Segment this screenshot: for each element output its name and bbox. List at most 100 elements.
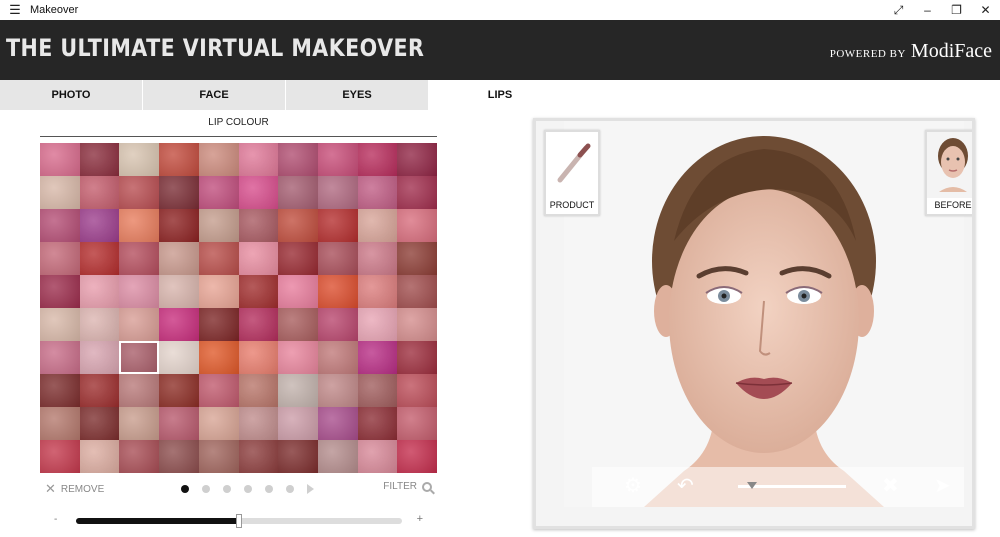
lip-colour-swatch[interactable] [79,176,120,209]
lip-colour-swatch[interactable] [357,341,398,374]
lip-colour-swatch[interactable] [119,242,160,275]
next-page-icon[interactable] [307,484,314,494]
lip-colour-swatch[interactable] [119,440,160,473]
lip-colour-swatch[interactable] [198,275,239,308]
lip-colour-swatch[interactable] [79,407,120,440]
lip-colour-swatch[interactable] [119,143,160,176]
lip-colour-swatch[interactable] [159,143,199,176]
lip-colour-swatch[interactable] [238,308,279,341]
lip-colour-swatch[interactable] [40,242,80,275]
lip-colour-swatch[interactable] [79,143,120,176]
lip-colour-swatch[interactable] [119,176,160,209]
lip-colour-swatch[interactable] [159,374,199,407]
lip-colour-swatch[interactable] [278,242,318,275]
page-dot[interactable] [265,485,273,493]
lip-colour-swatch[interactable] [397,209,437,242]
tab-lips[interactable]: LIPS [429,80,571,110]
lip-colour-swatch[interactable] [159,209,199,242]
lip-colour-swatch[interactable] [198,407,239,440]
lip-colour-swatch[interactable] [119,407,160,440]
lip-colour-swatch[interactable] [159,407,199,440]
comparison-slider[interactable] [738,482,846,489]
lip-colour-swatch[interactable] [278,143,318,176]
lip-colour-swatch[interactable] [79,242,120,275]
lip-colour-swatch[interactable] [40,308,80,341]
lip-colour-swatch[interactable] [198,440,239,473]
lip-colour-swatch[interactable] [238,374,279,407]
lip-colour-swatch[interactable] [397,341,437,374]
lip-colour-swatch[interactable] [198,242,239,275]
lip-colour-swatch[interactable] [317,407,358,440]
lip-colour-swatch[interactable] [119,341,160,374]
lip-colour-swatch[interactable] [397,176,437,209]
lip-colour-swatch[interactable] [278,209,318,242]
lip-colour-swatch[interactable] [79,209,120,242]
lip-colour-swatch[interactable] [119,275,160,308]
lip-colour-swatch[interactable] [317,176,358,209]
page-dot[interactable] [223,485,231,493]
resize-icon[interactable]: ⤢ [884,0,913,20]
intensity-track[interactable] [76,514,402,528]
lip-colour-swatch[interactable] [397,374,437,407]
lip-colour-swatch[interactable] [198,209,239,242]
lip-colour-swatch[interactable] [159,176,199,209]
lip-colour-swatch[interactable] [198,308,239,341]
lip-colour-swatch[interactable] [278,341,318,374]
lip-colour-swatch[interactable] [397,407,437,440]
lip-colour-swatch[interactable] [357,242,398,275]
close-x-icon[interactable]: ✖ [882,476,899,496]
lip-colour-swatch[interactable] [397,440,437,473]
tab-photo[interactable]: PHOTO [0,80,142,110]
page-dot[interactable] [286,485,294,493]
lip-colour-swatch[interactable] [79,308,120,341]
lip-colour-swatch[interactable] [159,275,199,308]
lip-colour-swatch[interactable] [238,242,279,275]
lip-colour-swatch[interactable] [357,374,398,407]
lip-colour-swatch[interactable] [79,275,120,308]
page-dot[interactable] [181,485,189,493]
lip-colour-swatch[interactable] [40,209,80,242]
lip-colour-swatch[interactable] [159,308,199,341]
lip-colour-swatch[interactable] [238,407,279,440]
lip-colour-swatch[interactable] [159,242,199,275]
filter-button[interactable]: FILTER [383,481,432,492]
lip-colour-swatch[interactable] [40,407,80,440]
lip-colour-swatch[interactable] [238,275,279,308]
minimize-icon[interactable]: – [913,0,942,20]
before-button[interactable]: BEFORE [925,130,972,216]
lip-colour-swatch[interactable] [357,209,398,242]
lip-colour-swatch[interactable] [357,275,398,308]
lip-colour-swatch[interactable] [317,308,358,341]
lip-colour-swatch[interactable] [357,440,398,473]
send-icon[interactable]: ➤ [934,476,951,496]
lip-colour-swatch[interactable] [40,341,80,374]
lip-colour-swatch[interactable] [397,308,437,341]
lip-colour-swatch[interactable] [40,374,80,407]
lip-colour-swatch[interactable] [40,275,80,308]
undo-icon[interactable]: ↶ [677,476,694,496]
lip-colour-swatch[interactable] [278,440,318,473]
lip-colour-swatch[interactable] [198,143,239,176]
close-icon[interactable]: ✕ [971,0,1000,20]
lip-colour-swatch[interactable] [278,275,318,308]
lip-colour-swatch[interactable] [317,143,358,176]
lip-colour-swatch[interactable] [317,374,358,407]
lip-colour-swatch[interactable] [119,374,160,407]
lip-colour-swatch[interactable] [278,176,318,209]
lip-colour-swatch[interactable] [317,275,358,308]
lip-colour-swatch[interactable] [357,143,398,176]
lip-colour-swatch[interactable] [317,242,358,275]
lip-colour-swatch[interactable] [119,209,160,242]
intensity-minus[interactable]: - [54,514,57,525]
lip-colour-swatch[interactable] [238,209,279,242]
lip-colour-swatch[interactable] [278,407,318,440]
lip-colour-swatch[interactable] [238,176,279,209]
lip-colour-swatch[interactable] [238,143,279,176]
lip-colour-swatch[interactable] [40,440,80,473]
restore-icon[interactable]: ❐ [942,0,971,20]
lip-colour-swatch[interactable] [79,440,120,473]
tab-face[interactable]: FACE [143,80,285,110]
lip-colour-swatch[interactable] [198,176,239,209]
lip-colour-swatch[interactable] [317,440,358,473]
lip-colour-swatch[interactable] [357,308,398,341]
